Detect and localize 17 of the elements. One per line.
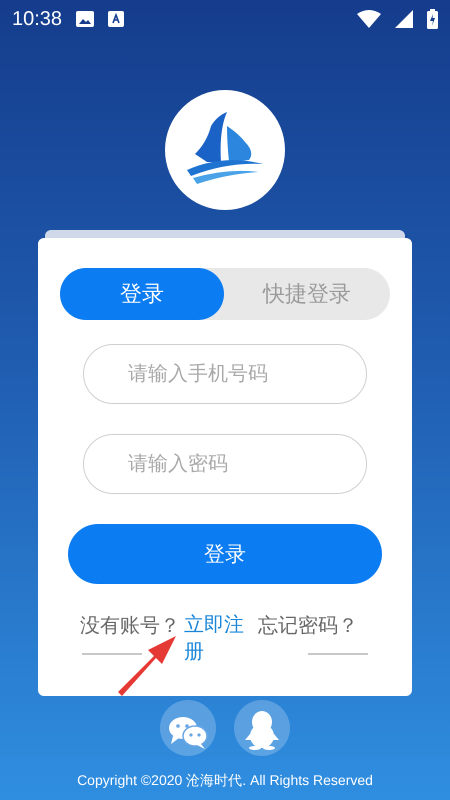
password-field[interactable]: 请输入密码 — [83, 434, 367, 494]
chat-bubbles-icon — [167, 714, 209, 750]
image-icon — [76, 11, 94, 27]
login-button[interactable]: 登录 — [68, 524, 382, 584]
copyright-text: Copyright ©2020 沧海时代. All Rights Reserved — [77, 772, 373, 790]
forgot-password-link[interactable]: 忘记密码？ — [258, 612, 358, 639]
phone-field[interactable]: 请输入手机号码 — [83, 344, 367, 404]
login-tab[interactable]: 快捷登录 — [224, 268, 390, 320]
status-time: 10:38 — [12, 8, 62, 30]
login-tab[interactable]: 登录 — [60, 268, 224, 320]
signal-icon — [395, 10, 413, 28]
register-prompt: 没有账号？ — [80, 614, 180, 639]
wifi-icon — [357, 10, 381, 28]
register-link[interactable]: 立即注册 — [184, 612, 248, 666]
keyboard-icon — [108, 11, 124, 27]
penguin-icon — [244, 710, 280, 750]
battery-icon — [427, 9, 438, 29]
